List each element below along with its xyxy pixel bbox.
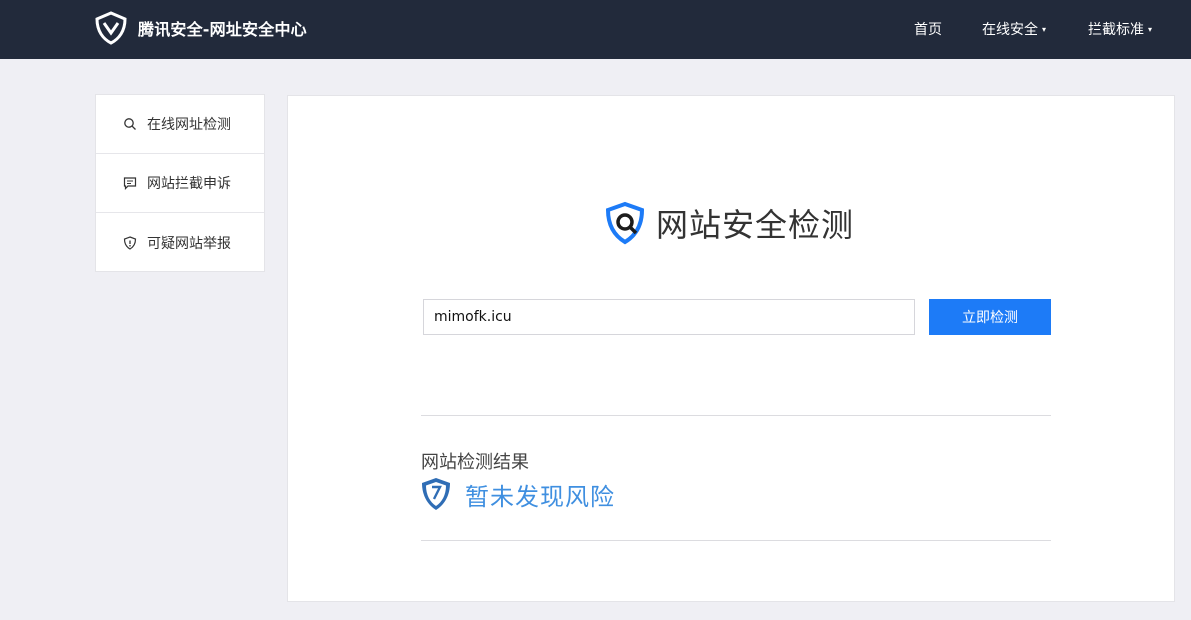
nav-home-label: 首页 bbox=[914, 22, 942, 38]
page-title: 网站安全检测 bbox=[602, 200, 854, 246]
message-icon bbox=[123, 177, 137, 190]
brand[interactable]: 腾讯安全-网址安全中心 bbox=[94, 10, 307, 46]
nav-online-security-label: 在线安全 bbox=[982, 22, 1038, 38]
nav-home[interactable]: 首页 bbox=[914, 19, 942, 39]
sidebar-item-label: 可疑网站举报 bbox=[147, 235, 231, 252]
top-navigation-bar: 腾讯安全-网址安全中心 首页 在线安全 ▾ 拦截标准 ▾ bbox=[0, 0, 1191, 59]
sidebar-item-label: 网站拦截申诉 bbox=[147, 176, 231, 192]
divider bbox=[421, 540, 1051, 541]
result-label: 网站检测结果 bbox=[421, 452, 529, 473]
tencent-security-logo-icon bbox=[95, 11, 127, 45]
result-status: 暂未发现风险 bbox=[421, 477, 615, 511]
shield-search-icon bbox=[605, 201, 645, 245]
result-text: 暂未发现风险 bbox=[465, 482, 615, 511]
sidebar-item-appeal[interactable]: 网站拦截申诉 bbox=[96, 154, 264, 213]
chevron-down-icon: ▾ bbox=[1042, 24, 1047, 34]
nav-online-security[interactable]: 在线安全 ▾ bbox=[982, 19, 1046, 39]
page-title-text: 网站安全检测 bbox=[656, 206, 855, 244]
sidebar-item-label: 在线网址检测 bbox=[147, 117, 231, 133]
check-now-button[interactable]: 立即检测 bbox=[929, 299, 1051, 335]
shield-alert-icon bbox=[123, 235, 137, 250]
shield-safe-icon bbox=[422, 478, 450, 510]
url-input[interactable] bbox=[423, 299, 915, 335]
sidebar: 在线网址检测 网站拦截申诉 可疑网站举报 bbox=[95, 94, 265, 272]
brand-name: 腾讯安全-网址安全中心 bbox=[138, 20, 307, 39]
sidebar-item-report[interactable]: 可疑网站举报 bbox=[96, 213, 264, 272]
main-panel: 网站安全检测 立即检测 网站检测结果 暂未发现风险 bbox=[287, 95, 1175, 602]
sidebar-item-url-check[interactable]: 在线网址检测 bbox=[96, 95, 264, 154]
search-icon bbox=[124, 118, 136, 130]
nav-block-standard[interactable]: 拦截标准 ▾ bbox=[1088, 19, 1152, 39]
divider bbox=[421, 415, 1051, 416]
nav-block-standard-label: 拦截标准 bbox=[1088, 22, 1144, 38]
chevron-down-icon: ▾ bbox=[1148, 24, 1153, 34]
